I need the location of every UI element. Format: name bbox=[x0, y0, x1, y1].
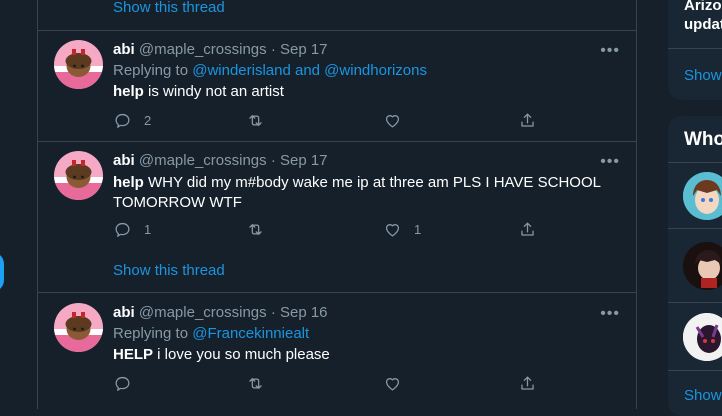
more-horizontal-icon[interactable]: ••• bbox=[600, 153, 620, 171]
replying-to: Replying to @Francekinniealt bbox=[113, 324, 309, 344]
tweet-actions: 2 bbox=[113, 111, 543, 133]
reply-button[interactable]: 1 bbox=[113, 220, 151, 239]
separator-dot: · bbox=[270, 41, 276, 58]
timeline: Show this thread abi @maple_crossings · … bbox=[37, 0, 637, 409]
share-icon bbox=[521, 222, 534, 236]
tweet-text: HELP i love you so much please bbox=[113, 345, 618, 365]
compose-tweet-button[interactable] bbox=[0, 252, 4, 292]
tweet[interactable]: abi @maple_crossings · Sep 17 ••• help W… bbox=[38, 151, 636, 291]
tweet-header: abi @maple_crossings · Sep 17 bbox=[113, 151, 328, 171]
replying-to-users[interactable]: @winderisland and @windhorizons bbox=[192, 62, 427, 79]
timestamp[interactable]: Sep 16 bbox=[280, 304, 328, 321]
avatar[interactable] bbox=[683, 242, 722, 290]
who-to-follow-card: Who Show bbox=[668, 116, 722, 416]
replying-to: Replying to @winderisland and @windhoriz… bbox=[113, 61, 427, 81]
tweet-divider bbox=[38, 141, 636, 142]
like-button[interactable] bbox=[383, 111, 402, 130]
handle[interactable]: @maple_crossings bbox=[139, 304, 267, 321]
retweet-icon bbox=[249, 378, 262, 389]
heart-icon bbox=[385, 378, 400, 391]
reply-icon bbox=[115, 222, 130, 237]
more-horizontal-icon[interactable]: ••• bbox=[600, 305, 620, 323]
replying-to-label: Replying to bbox=[113, 62, 189, 79]
trend-text-line: updat bbox=[684, 16, 722, 33]
retweet-button[interactable] bbox=[246, 374, 265, 393]
card-divider bbox=[668, 228, 722, 229]
retweet-icon bbox=[249, 115, 262, 126]
timestamp[interactable]: Sep 17 bbox=[280, 41, 328, 58]
heart-icon bbox=[385, 115, 400, 128]
tweet-header: abi @maple_crossings · Sep 16 bbox=[113, 303, 328, 323]
avatar[interactable] bbox=[54, 40, 103, 89]
share-button[interactable] bbox=[518, 374, 537, 393]
show-thread-link[interactable]: Show this thread bbox=[113, 262, 225, 279]
tweet[interactable]: abi @maple_crossings · Sep 16 ••• Replyi… bbox=[38, 303, 636, 405]
heart-icon bbox=[385, 224, 400, 237]
reply-button[interactable] bbox=[113, 374, 132, 393]
display-name[interactable]: abi bbox=[113, 41, 135, 58]
card-divider bbox=[668, 302, 722, 303]
avatar[interactable] bbox=[683, 172, 722, 220]
share-icon bbox=[521, 376, 534, 390]
separator-dot: · bbox=[270, 152, 276, 169]
show-more-link[interactable]: Show bbox=[684, 387, 722, 404]
like-button[interactable] bbox=[383, 374, 402, 393]
tweet-text-rest: i love you so much please bbox=[153, 346, 330, 363]
like-button[interactable]: 1 bbox=[383, 220, 421, 239]
tweet-text-rest: WHY did my m#body wake me ip at three am… bbox=[113, 174, 601, 211]
reply-count: 1 bbox=[144, 222, 152, 237]
share-button[interactable] bbox=[518, 220, 537, 239]
card-divider bbox=[668, 48, 722, 49]
timestamp[interactable]: Sep 17 bbox=[280, 152, 328, 169]
retweet-button[interactable] bbox=[246, 220, 265, 239]
reply-button[interactable]: 2 bbox=[113, 111, 151, 130]
tweet-text-bold: help bbox=[113, 83, 144, 100]
tweet-text-bold: HELP bbox=[113, 346, 154, 363]
share-button[interactable] bbox=[518, 111, 537, 130]
replying-to-users[interactable]: @Francekinniealt bbox=[192, 325, 309, 342]
tweet-header: abi @maple_crossings · Sep 17 bbox=[113, 40, 328, 60]
reply-count: 2 bbox=[144, 113, 152, 128]
like-count: 1 bbox=[414, 222, 422, 237]
display-name[interactable]: abi bbox=[113, 304, 135, 321]
separator-dot: · bbox=[270, 304, 276, 321]
avatar[interactable] bbox=[683, 313, 722, 361]
avatar[interactable] bbox=[54, 151, 103, 200]
show-more-link[interactable]: Show bbox=[684, 67, 722, 84]
replying-to-label: Replying to bbox=[113, 325, 189, 342]
retweet-button[interactable] bbox=[246, 111, 265, 130]
display-name[interactable]: abi bbox=[113, 152, 135, 169]
tweet-divider bbox=[38, 292, 636, 293]
who-to-follow-heading: Who bbox=[684, 129, 722, 150]
reply-icon bbox=[115, 376, 130, 391]
show-thread-link[interactable]: Show this thread bbox=[113, 0, 225, 16]
card-divider bbox=[668, 162, 722, 163]
tweet-text-bold: help bbox=[113, 174, 144, 191]
tweet-text: help is windy not an artist bbox=[113, 82, 618, 102]
reply-icon bbox=[115, 113, 130, 128]
handle[interactable]: @maple_crossings bbox=[139, 152, 267, 169]
tweet-actions bbox=[113, 374, 543, 396]
tweet-divider bbox=[38, 30, 636, 31]
more-horizontal-icon[interactable]: ••• bbox=[600, 42, 620, 60]
tweet[interactable]: abi @maple_crossings · Sep 17 ••• Replyi… bbox=[38, 40, 636, 142]
card-divider bbox=[668, 370, 722, 371]
avatar[interactable] bbox=[54, 303, 103, 352]
tweet-actions: 1 1 bbox=[113, 220, 543, 242]
tweet-text: help WHY did my m#body wake me ip at thr… bbox=[113, 173, 618, 213]
retweet-icon bbox=[249, 224, 262, 235]
share-icon bbox=[521, 113, 534, 127]
trend-text[interactable]: Arizo updat bbox=[684, 0, 722, 34]
handle[interactable]: @maple_crossings bbox=[139, 41, 267, 58]
trends-card: Arizo updat Show bbox=[668, 0, 722, 100]
trend-text-line: Arizo bbox=[684, 0, 722, 14]
right-sidebar: Arizo updat Show Who Show bbox=[668, 0, 722, 416]
tweet-text-rest: is windy not an artist bbox=[143, 83, 284, 100]
